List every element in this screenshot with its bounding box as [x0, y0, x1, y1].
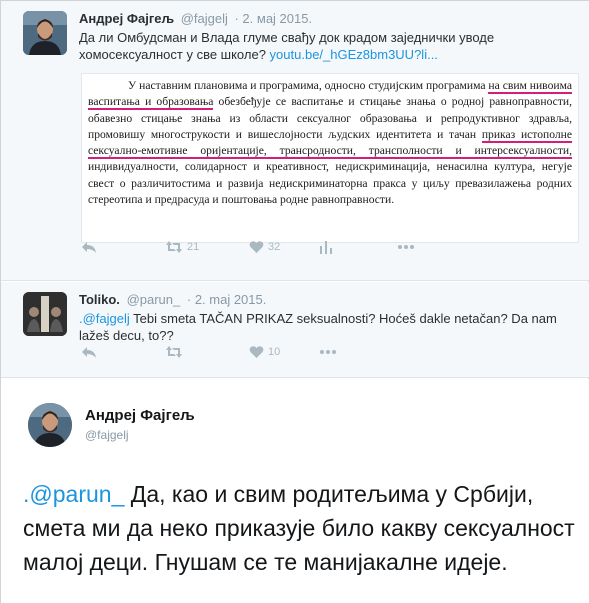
analytics-icon: [320, 241, 332, 254]
author-handle[interactable]: @parun_: [127, 292, 181, 307]
reply-button[interactable]: [81, 240, 97, 254]
like-icon: [249, 241, 264, 253]
author-name[interactable]: Андреј Фајгељ: [79, 11, 174, 26]
like-count: 32: [268, 241, 281, 253]
more-button[interactable]: [397, 244, 415, 250]
doc-text-3: индивидуалности, солидарност и креативно…: [88, 160, 572, 207]
more-icon: [398, 245, 414, 249]
tweet-fajgelj-1[interactable]: Андреј Фајгељ @fajgelj · 2. мај 2015. Да…: [1, 1, 589, 281]
doc-text-1: У наставним плановима и програмима, одно…: [128, 79, 489, 92]
tweet-link[interactable]: youtu.be/_hGEz8bm3UU?li...: [270, 47, 438, 62]
like-count: 10: [268, 346, 281, 358]
tweet-header: Toliko. @parun_ · 2. maj 2015.: [79, 292, 266, 307]
author-handle[interactable]: @fajgelj: [181, 11, 228, 26]
mention-link[interactable]: .@fajgelj: [79, 311, 130, 326]
avatar[interactable]: [23, 292, 67, 336]
retweet-icon: [166, 241, 182, 253]
tweet-body: Tebi smeta TAČAN PRIKAZ seksualnosti? Ho…: [79, 311, 557, 343]
avatar[interactable]: [28, 403, 72, 447]
tweet-text: Да ли Омбудсман и Влада глуме свађу док …: [79, 29, 579, 63]
tweet-fajgelj-reply[interactable]: Андреј Фајгељ @fajgelj .@parun_ Да, као …: [1, 379, 589, 603]
more-icon: [320, 350, 336, 354]
reply-icon: [82, 347, 96, 358]
retweet-icon: [166, 346, 182, 358]
retweet-button[interactable]: 21: [165, 240, 199, 254]
document-paragraph: У наставним плановима и програмима, одно…: [88, 78, 572, 208]
reply-button[interactable]: [81, 345, 97, 359]
like-icon: [249, 346, 264, 358]
avatar[interactable]: [23, 11, 67, 55]
more-button[interactable]: [319, 349, 337, 355]
reply-icon: [82, 242, 96, 253]
author-handle[interactable]: @fajgelj: [85, 428, 129, 442]
retweet-count: 21: [187, 241, 200, 253]
author-name[interactable]: Андреј Фајгељ: [85, 407, 195, 424]
tweet-text: .@parun_ Да, као и свим родитељима у Срб…: [23, 477, 578, 579]
tweet-header: Андреј Фајгељ @fajgelj · 2. мај 2015.: [79, 11, 312, 26]
screenshot-frame: Андреј Фајгељ @fajgelj · 2. мај 2015. Да…: [0, 0, 589, 603]
author-name[interactable]: Toliko.: [79, 292, 120, 307]
retweet-button[interactable]: [165, 345, 183, 359]
tweet-text: .@fajgelj Tebi smeta TAČAN PRIKAZ seksua…: [79, 310, 579, 344]
analytics-button[interactable]: [319, 240, 333, 254]
attached-document-image[interactable]: У наставним плановима и програмима, одно…: [81, 73, 579, 243]
like-button[interactable]: 32: [249, 240, 280, 254]
mention-link[interactable]: .@parun_: [23, 481, 124, 507]
tweet-date[interactable]: · 2. мај 2015.: [234, 11, 312, 26]
tweet-date[interactable]: · 2. maj 2015.: [187, 292, 267, 307]
like-button[interactable]: 10: [249, 345, 280, 359]
tweet-parun[interactable]: Toliko. @parun_ · 2. maj 2015. .@fajgelj…: [1, 282, 589, 378]
